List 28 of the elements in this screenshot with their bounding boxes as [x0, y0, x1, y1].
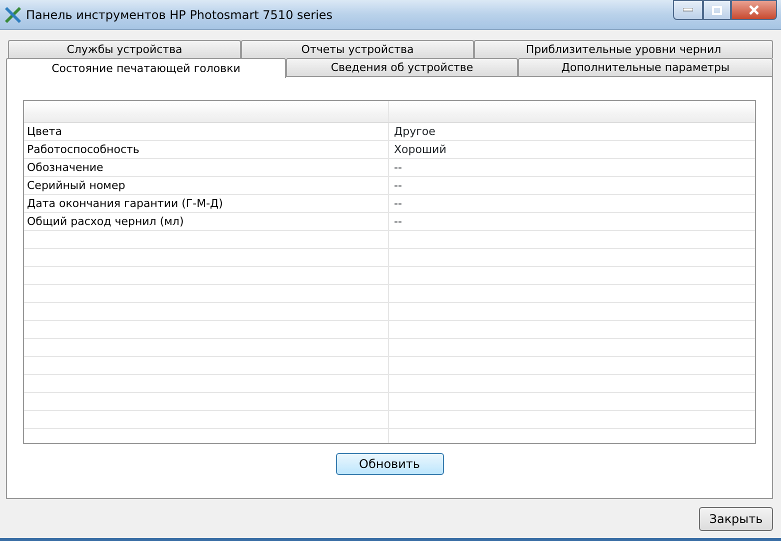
tools-icon — [4, 6, 22, 24]
value-cell-text: Хороший — [393, 142, 448, 158]
window-title: Панель инструментов HP Photosmart 7510 series — [26, 6, 333, 24]
close-button[interactable]: Закрыть — [699, 507, 773, 531]
tab[interactable]: Состояние печатающей головки — [6, 58, 286, 78]
tab[interactable]: Сведения об устройстве — [286, 58, 518, 76]
close-icon — [748, 5, 760, 15]
property-cell: Дата окончания гарантии (Г-М-Д) — [24, 195, 389, 212]
tab[interactable]: Дополнительные параметры — [518, 58, 773, 76]
property-cell: Обозначение — [24, 159, 389, 176]
refresh-button[interactable]: Обновить — [336, 453, 444, 475]
tab[interactable]: Приблизительные уровни чернил — [474, 40, 773, 58]
property-cell: Общий расход чернил (мл) — [24, 213, 389, 230]
minimize-icon — [683, 8, 693, 12]
close-window-button[interactable] — [731, 0, 777, 20]
maximize-button[interactable] — [703, 0, 731, 20]
property-cell: Серийный номер — [24, 177, 389, 194]
property-cell: Работоспособность — [24, 141, 389, 158]
value-cell-text: -- — [393, 178, 403, 194]
value-cell-text: -- — [393, 214, 403, 230]
property-cell: Цвета — [24, 123, 389, 140]
maximize-icon — [712, 6, 722, 14]
value-cell-text: -- — [393, 196, 403, 212]
tab[interactable]: Отчеты устройства — [241, 40, 474, 58]
minimize-button[interactable] — [673, 0, 703, 20]
tab[interactable]: Службы устройства — [8, 40, 241, 58]
value-cell-text: -- — [393, 160, 403, 176]
value-cell-text: Другое — [393, 124, 436, 140]
